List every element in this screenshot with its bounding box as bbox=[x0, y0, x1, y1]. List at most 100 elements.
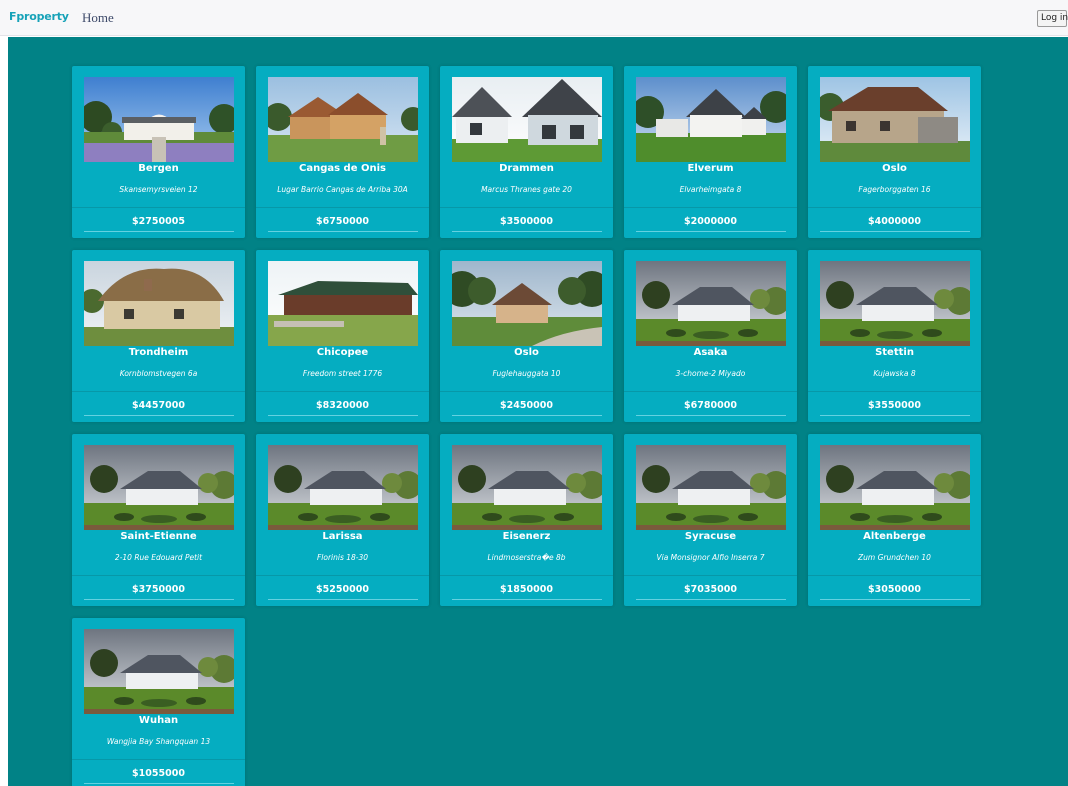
brand-logo[interactable]: Fproperty bbox=[9, 10, 69, 23]
listing-address: Freedom street 1776 bbox=[302, 369, 383, 378]
listing-card[interactable]: Drammen Marcus Thranes gate 20 $3500000 bbox=[440, 66, 613, 238]
listing-price: $2450000 bbox=[500, 400, 553, 411]
login-button[interactable]: Log in bbox=[1037, 10, 1068, 27]
listing-photo[interactable] bbox=[636, 445, 786, 530]
listing-photo[interactable] bbox=[84, 629, 234, 714]
listing-card[interactable]: Larissa Florinis 18-30 $5250000 bbox=[256, 434, 429, 606]
listing-city: Chicopee bbox=[316, 347, 369, 358]
card-divider bbox=[808, 575, 981, 576]
card-divider bbox=[256, 207, 429, 208]
listing-address: Elvarheimgata 8 bbox=[679, 185, 742, 194]
listing-photo[interactable] bbox=[452, 77, 602, 162]
listing-price: $4457000 bbox=[132, 400, 185, 411]
listing-address: Wangjia Bay Shangquan 13 bbox=[106, 737, 211, 746]
listing-photo[interactable] bbox=[84, 445, 234, 530]
price-underline bbox=[452, 415, 602, 416]
price-underline bbox=[820, 231, 970, 232]
listing-city: Drammen bbox=[499, 163, 554, 174]
price-underline bbox=[84, 231, 234, 232]
listing-address: Kujawska 8 bbox=[873, 369, 916, 378]
listing-address: Fagerborggaten 16 bbox=[858, 185, 931, 194]
listing-city: Asaka bbox=[693, 347, 728, 358]
listing-city: Trondheim bbox=[128, 347, 189, 358]
listing-price: $3550000 bbox=[868, 400, 921, 411]
listing-city: Syracuse bbox=[684, 531, 737, 542]
card-divider bbox=[72, 391, 245, 392]
listing-city: Altenberge bbox=[863, 531, 926, 542]
listing-photo[interactable] bbox=[636, 261, 786, 346]
listing-price: $1850000 bbox=[500, 584, 553, 595]
listing-card[interactable]: Syracuse Via Monsignor Alfio Inserra 7 $70… bbox=[624, 434, 797, 606]
listing-city: Bergen bbox=[138, 163, 179, 174]
listing-card[interactable]: Bergen Skansemyrsveien 12 $2750005 bbox=[72, 66, 245, 238]
listing-card[interactable]: Stettin Kujawska 8 $3550000 bbox=[808, 250, 981, 422]
listing-photo[interactable] bbox=[636, 77, 786, 162]
card-divider bbox=[624, 391, 797, 392]
price-underline bbox=[268, 599, 418, 600]
listing-address: Lindmoserstra�e 8b bbox=[487, 553, 566, 562]
card-divider bbox=[808, 207, 981, 208]
card-divider bbox=[624, 575, 797, 576]
listing-card[interactable]: Oslo Fagerborggaten 16 $4000000 bbox=[808, 66, 981, 238]
listing-photo[interactable] bbox=[268, 261, 418, 346]
listing-photo[interactable] bbox=[820, 261, 970, 346]
listing-photo[interactable] bbox=[820, 445, 970, 530]
listing-card[interactable]: Trondheim Kornblomstvegen 6a $4457000 bbox=[72, 250, 245, 422]
listing-price: $6780000 bbox=[684, 400, 737, 411]
listing-card[interactable]: Elverum Elvarheimgata 8 $2000000 bbox=[624, 66, 797, 238]
price-underline bbox=[636, 599, 786, 600]
price-underline bbox=[84, 415, 234, 416]
listing-city: Stettin bbox=[875, 347, 914, 358]
listing-price: $3050000 bbox=[868, 584, 921, 595]
card-divider bbox=[624, 207, 797, 208]
listing-address: Skansemyrsveien 12 bbox=[119, 185, 198, 194]
listing-address: Florinis 18-30 bbox=[316, 553, 369, 562]
listing-price: $7035000 bbox=[684, 584, 737, 595]
listing-price: $2750005 bbox=[132, 216, 185, 227]
listing-photo[interactable] bbox=[452, 445, 602, 530]
nav-link-home[interactable]: Home bbox=[82, 10, 114, 26]
listing-address: Kornblomstvegen 6a bbox=[119, 369, 198, 378]
listing-city: Saint-Etienne bbox=[120, 531, 197, 542]
listing-card[interactable]: Saint-Etienne 2-10 Rue Edouard Petit $3750… bbox=[72, 434, 245, 606]
listing-card[interactable]: Chicopee Freedom street 1776 $8320000 bbox=[256, 250, 429, 422]
listing-photo[interactable] bbox=[268, 77, 418, 162]
listing-card[interactable]: Cangas de Onis Lugar Barrio Cangas de Arr… bbox=[256, 66, 429, 238]
listing-card[interactable]: Wuhan Wangjia Bay Shangquan 13 $1055000 bbox=[72, 618, 245, 786]
listing-price: $5250000 bbox=[316, 584, 369, 595]
listing-photo[interactable] bbox=[820, 77, 970, 162]
price-underline bbox=[636, 415, 786, 416]
listing-photo[interactable] bbox=[84, 261, 234, 346]
listing-photo[interactable] bbox=[84, 77, 234, 162]
listing-price: $4000000 bbox=[868, 216, 921, 227]
card-divider bbox=[72, 575, 245, 576]
listing-address: Fuglehauggata 10 bbox=[492, 369, 561, 378]
price-underline bbox=[820, 415, 970, 416]
card-divider bbox=[72, 759, 245, 760]
price-underline bbox=[820, 599, 970, 600]
price-underline bbox=[84, 599, 234, 600]
listing-address: 2-10 Rue Edouard Petit bbox=[114, 553, 203, 562]
price-underline bbox=[84, 783, 234, 784]
listing-address: Zum Grundchen 10 bbox=[858, 553, 931, 562]
listing-address: 3-chome-2 Miyado bbox=[675, 369, 746, 378]
listing-price: $8320000 bbox=[316, 400, 369, 411]
listing-photo[interactable] bbox=[268, 445, 418, 530]
listing-price: $3750000 bbox=[132, 584, 185, 595]
listing-photo[interactable] bbox=[452, 261, 602, 346]
listing-city: Eisenerz bbox=[502, 531, 551, 542]
listing-card[interactable]: Asaka 3-chome-2 Miyado $6780000 bbox=[624, 250, 797, 422]
card-divider bbox=[440, 207, 613, 208]
card-divider bbox=[440, 391, 613, 392]
card-divider bbox=[72, 207, 245, 208]
price-underline bbox=[636, 231, 786, 232]
listing-city: Oslo bbox=[882, 163, 907, 174]
listing-card[interactable]: Eisenerz Lindmoserstra�e 8b $1850000 bbox=[440, 434, 613, 606]
card-divider bbox=[808, 391, 981, 392]
listing-card[interactable]: Altenberge Zum Grundchen 10 $3050000 bbox=[808, 434, 981, 606]
listing-address: Marcus Thranes gate 20 bbox=[481, 185, 572, 194]
listing-card[interactable]: Oslo Fuglehauggata 10 $2450000 bbox=[440, 250, 613, 422]
listing-city: Elverum bbox=[687, 163, 734, 174]
price-underline bbox=[268, 231, 418, 232]
price-underline bbox=[268, 415, 418, 416]
